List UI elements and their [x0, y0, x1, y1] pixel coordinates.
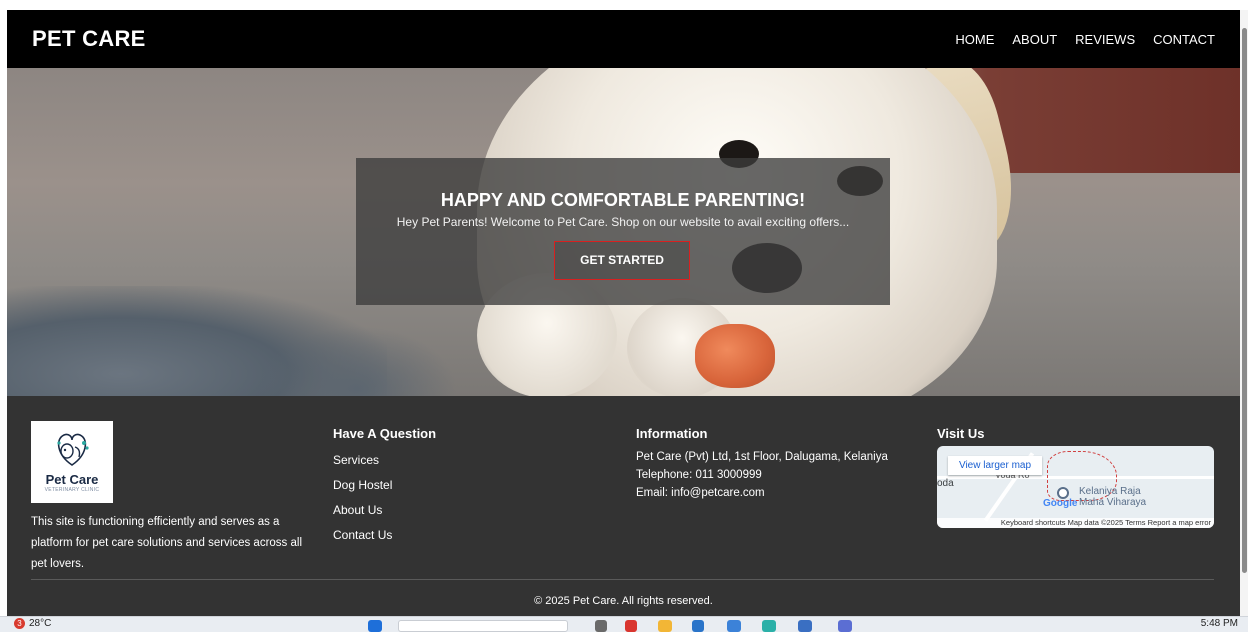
contact-info: Pet Care (Pvt) Ltd, 1st Floor, Dalugama,…: [636, 448, 888, 502]
footer-about-text: This site is functioning efficiently and…: [31, 516, 303, 570]
taskbar-search-box[interactable]: [398, 620, 568, 632]
taskbar-clock[interactable]: 5:48 PM: [1201, 618, 1238, 629]
website: PET CARE HOME ABOUT REVIEWS CONTACT HAPP…: [7, 10, 1240, 616]
file-explorer-icon[interactable]: [658, 620, 672, 632]
app-grid-icon[interactable]: [838, 620, 852, 632]
scrollbar-thumb[interactable]: [1242, 28, 1247, 573]
nav-about[interactable]: ABOUT: [1012, 32, 1057, 47]
main-nav: HOME ABOUT REVIEWS CONTACT: [955, 32, 1215, 47]
carrot-treat: [695, 324, 775, 388]
nav-contact[interactable]: CONTACT: [1153, 32, 1215, 47]
visit-us-heading: Visit Us: [937, 426, 985, 441]
weather-temp: 28°C: [29, 618, 52, 629]
footer-link-about-us[interactable]: About Us: [333, 498, 392, 523]
map-place-line: Maha Viharaya: [1079, 497, 1147, 508]
brand-logo[interactable]: PET CARE: [32, 26, 146, 52]
get-started-button[interactable]: GET STARTED: [554, 241, 690, 280]
pet-care-logo: Pet Care VETERINARY CLINIC: [31, 421, 113, 503]
edge-icon[interactable]: [762, 620, 776, 632]
weather-widget[interactable]: 3 28°C: [14, 618, 51, 629]
hero-subtitle: Hey Pet Parents! Welcome to Pet Care. Sh…: [396, 215, 850, 229]
nav-reviews[interactable]: REVIEWS: [1075, 32, 1135, 47]
vscode-icon[interactable]: [798, 620, 812, 632]
nav-home[interactable]: HOME: [955, 32, 994, 47]
store-icon[interactable]: [692, 620, 704, 632]
logo-text: Pet Care: [45, 472, 99, 487]
page: PET CARE HOME ABOUT REVIEWS CONTACT HAPP…: [0, 0, 1248, 632]
footer-links: Services Dog Hostel About Us Contact Us: [333, 448, 392, 548]
hero-banner: HAPPY AND COMFORTABLE PARENTING! Hey Pet…: [7, 68, 1240, 396]
footer-link-services[interactable]: Services: [333, 448, 392, 473]
email-text: Email: info@petcare.com: [636, 487, 765, 499]
browser-icon[interactable]: [727, 620, 741, 632]
logo-tagline: VETERINARY CLINIC: [44, 487, 100, 493]
question-heading: Have A Question: [333, 426, 437, 441]
copyright-text: © 2025 Pet Care. All rights reserved.: [534, 595, 713, 607]
information-heading: Information: [636, 426, 708, 441]
view-larger-map-button[interactable]: View larger map: [948, 456, 1042, 475]
map-place-label: Kelaniya Raja Maha Viharaya: [1079, 486, 1146, 508]
task-view-icon[interactable]: [595, 620, 607, 632]
address-text: Pet Care (Pvt) Ltd, 1st Floor, Dalugama,…: [636, 451, 888, 463]
map-attribution-bar[interactable]: Keyboard shortcuts Map data ©2025 Terms …: [937, 518, 1214, 528]
map-label: oda: [937, 478, 954, 489]
os-taskbar: 3 28°C 5:48 PM: [0, 616, 1248, 632]
site-footer: Pet Care VETERINARY CLINIC This site is …: [7, 396, 1240, 616]
map-place-line: Kelaniya Raja: [1079, 486, 1141, 497]
weather-badge: 3: [14, 618, 25, 629]
telephone-text: Telephone: 011 3000999: [636, 469, 762, 481]
hero-overlay: HAPPY AND COMFORTABLE PARENTING! Hey Pet…: [356, 158, 890, 305]
app-icon[interactable]: [625, 620, 637, 632]
windows-start-icon[interactable]: [368, 620, 382, 632]
hero-background-stones: [257, 326, 457, 396]
footer-link-contact-us[interactable]: Contact Us: [333, 523, 392, 548]
hero-title: HAPPY AND COMFORTABLE PARENTING!: [440, 190, 806, 210]
footer-divider: [31, 579, 1214, 580]
google-logo: Google: [1043, 498, 1078, 509]
site-header: PET CARE HOME ABOUT REVIEWS CONTACT: [7, 10, 1240, 68]
embedded-map[interactable]: oda Voda Ro Kelaniya Raja Maha Viharaya …: [937, 446, 1214, 528]
footer-link-dog-hostel[interactable]: Dog Hostel: [333, 473, 392, 498]
